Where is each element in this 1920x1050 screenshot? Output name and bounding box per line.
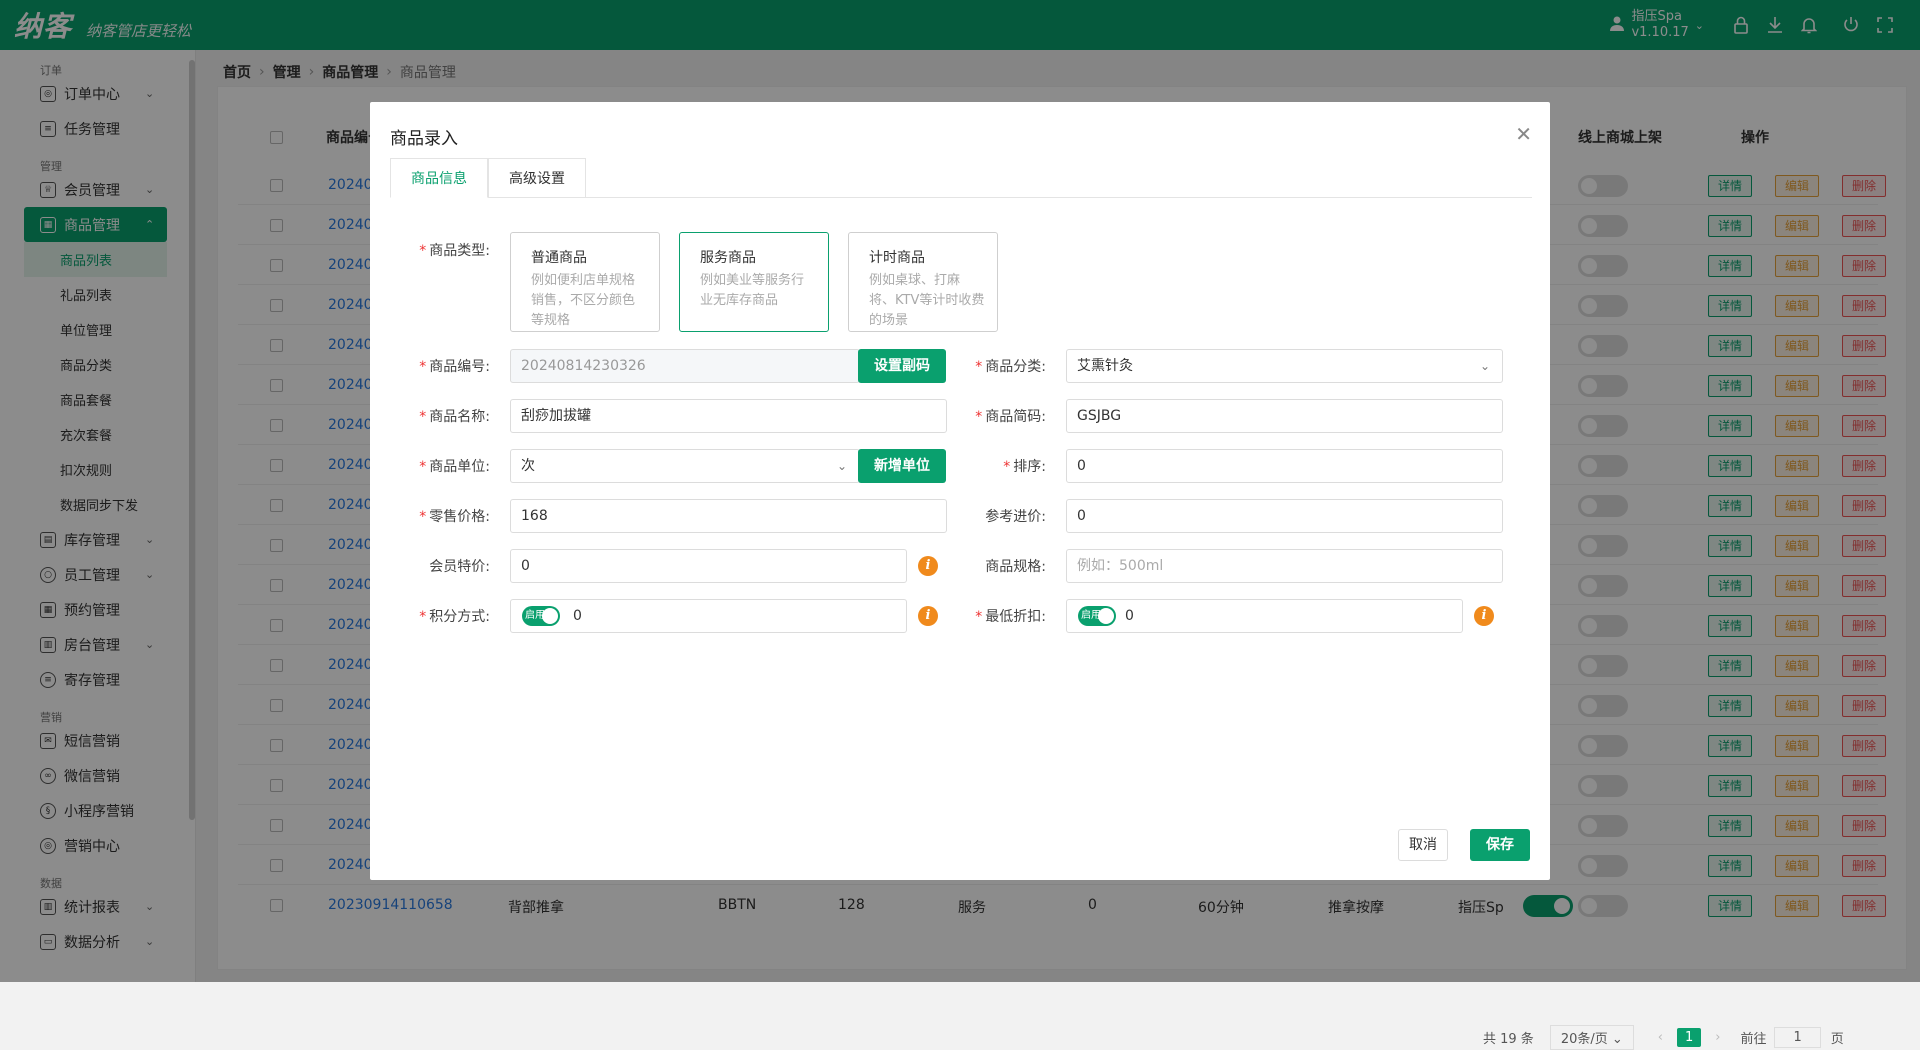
goto-input[interactable]: 1 bbox=[1774, 1027, 1821, 1048]
goods-type-desc: 例如便利店单规格销售，不区分颜色等规格 bbox=[531, 273, 636, 328]
min-discount-input-group: 0 bbox=[1066, 599, 1463, 633]
name-label: * 商品名称: bbox=[419, 409, 490, 425]
modal-tabs: 商品信息 高级设置 bbox=[390, 158, 1532, 198]
pager-total: 共 19 条 bbox=[1483, 1032, 1534, 1047]
modal-title: 商品录入 bbox=[390, 129, 458, 149]
page-size-value: 20条/页 bbox=[1560, 1032, 1608, 1047]
discount-enable-toggle[interactable]: 启用 bbox=[1078, 606, 1116, 626]
goto-label: 前往 bbox=[1740, 1032, 1767, 1047]
tab-goods-info[interactable]: 商品信息 bbox=[390, 158, 488, 198]
retail-price-label: * 零售价格: bbox=[419, 509, 490, 525]
goods-type-timed[interactable]: 计时商品 例如桌球、打麻将、KTV等计时收费的场景 bbox=[848, 232, 998, 332]
member-price-input[interactable]: 0 bbox=[510, 549, 907, 583]
next-page-button[interactable]: › bbox=[1715, 1030, 1720, 1045]
pagination: 共 19 条 20条/页 ⌄ ‹ 1 › 前往 1 页 bbox=[1483, 1025, 1844, 1050]
category-select[interactable]: 艾熏针灸 ⌄ bbox=[1066, 349, 1503, 383]
sort-label: * 排序: bbox=[1003, 459, 1046, 475]
goods-type-service[interactable]: 服务商品 例如美业等服务行业无库存商品 bbox=[679, 232, 829, 332]
sort-input[interactable]: 0 bbox=[1066, 449, 1503, 483]
points-label: * 积分方式: bbox=[419, 609, 490, 625]
goods-code-input[interactable]: 20240814230326 bbox=[510, 349, 860, 383]
spec-label: 商品规格: bbox=[985, 559, 1046, 575]
page-size-select[interactable]: 20条/页 ⌄ bbox=[1549, 1025, 1634, 1050]
goods-type-desc: 例如美业等服务行业无库存商品 bbox=[700, 273, 805, 308]
unit-select[interactable]: 次 ⌄ bbox=[510, 449, 860, 483]
retail-price-input[interactable]: 168 bbox=[510, 499, 947, 533]
goods-type-desc: 例如桌球、打麻将、KTV等计时收费的场景 bbox=[869, 273, 985, 328]
points-value[interactable]: 0 bbox=[573, 608, 582, 624]
spec-input[interactable]: 例如：500ml bbox=[1066, 549, 1503, 583]
goods-type-title: 计时商品 bbox=[869, 250, 925, 266]
short-code-label: * 商品简码: bbox=[975, 409, 1046, 425]
goods-type-label: * 商品类型: bbox=[419, 243, 490, 259]
tab-advanced-settings[interactable]: 高级设置 bbox=[488, 158, 586, 198]
info-icon[interactable]: i bbox=[1474, 606, 1494, 626]
goods-type-title: 普通商品 bbox=[531, 250, 587, 266]
unit-label: * 商品单位: bbox=[419, 459, 490, 475]
save-button[interactable]: 保存 bbox=[1470, 829, 1530, 861]
category-value: 艾熏针灸 bbox=[1077, 358, 1133, 374]
goods-type-title: 服务商品 bbox=[700, 250, 756, 266]
code-label: * 商品编号: bbox=[419, 359, 490, 375]
close-icon[interactable]: ✕ bbox=[1515, 122, 1532, 146]
points-enable-toggle[interactable]: 启用 bbox=[522, 606, 560, 626]
ref-price-input[interactable]: 0 bbox=[1066, 499, 1503, 533]
short-code-input[interactable]: GSJBG bbox=[1066, 399, 1503, 433]
unit-value: 次 bbox=[521, 458, 535, 474]
page-unit-label: 页 bbox=[1830, 1032, 1844, 1047]
member-price-label: 会员特价: bbox=[429, 559, 490, 575]
goods-name-input[interactable]: 刮痧加拔罐 bbox=[510, 399, 947, 433]
category-label: * 商品分类: bbox=[975, 359, 1046, 375]
min-discount-label: * 最低折扣: bbox=[975, 609, 1046, 625]
page-number-current[interactable]: 1 bbox=[1676, 1028, 1702, 1047]
points-input-group: 0 bbox=[510, 599, 907, 633]
goods-entry-modal: 商品录入 ✕ 商品信息 高级设置 * 商品类型: 普通商品 例如便利店单规格销售，… bbox=[370, 102, 1550, 880]
min-discount-value[interactable]: 0 bbox=[1125, 608, 1134, 624]
ref-price-label: 参考进价: bbox=[985, 509, 1046, 525]
chevron-down-icon: ⌄ bbox=[836, 459, 847, 473]
prev-page-button[interactable]: ‹ bbox=[1658, 1030, 1663, 1045]
chevron-down-icon: ⌄ bbox=[1479, 359, 1490, 373]
goods-type-normal[interactable]: 普通商品 例如便利店单规格销售，不区分颜色等规格 bbox=[510, 232, 660, 332]
cancel-button[interactable]: 取消 bbox=[1398, 829, 1448, 861]
